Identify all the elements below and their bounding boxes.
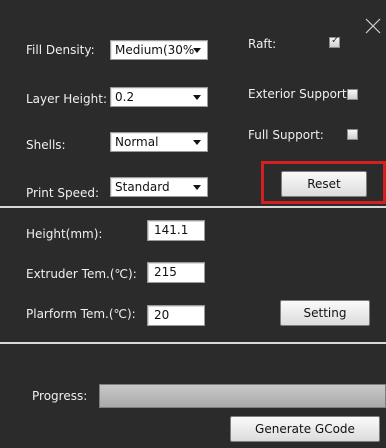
print-speed-value: Standard — [115, 180, 170, 194]
shells-value: Normal — [115, 135, 159, 149]
progress-bar — [99, 384, 386, 408]
print-speed-label: Print Speed: — [26, 186, 100, 200]
extruder-temp-label: Extruder Tem.(℃): — [26, 267, 137, 281]
check-icon: ✓ — [331, 35, 340, 46]
reset-button[interactable]: Reset — [281, 171, 367, 197]
raft-checkbox[interactable]: ✓ — [329, 35, 340, 48]
close-icon[interactable] — [363, 16, 383, 36]
shells-select[interactable]: Normal — [110, 132, 208, 152]
full-support-checkbox[interactable] — [347, 129, 358, 140]
chevron-down-icon — [193, 95, 201, 100]
exterior-support-checkbox[interactable] — [347, 89, 358, 100]
height-label: Height(mm): — [26, 227, 103, 241]
raft-label: Raft: — [248, 37, 277, 51]
height-field[interactable]: 141.1 — [147, 220, 205, 241]
setting-button[interactable]: Setting — [280, 300, 370, 326]
print-speed-select[interactable]: Standard — [110, 177, 208, 197]
fill-density-value: Medium(30% — [115, 43, 195, 57]
chevron-down-icon — [193, 140, 201, 145]
generate-gcode-button[interactable]: Generate GCode — [230, 416, 380, 442]
layer-height-value: 0.2 — [115, 90, 135, 104]
extruder-temp-field[interactable]: 215 — [147, 262, 205, 283]
layer-height-select[interactable]: 0.2 — [110, 87, 208, 107]
platform-temp-label: Plarform Tem.(℃): — [26, 307, 136, 321]
layer-height-label: Layer Height: — [26, 92, 107, 106]
divider — [0, 342, 386, 344]
full-support-label: Full Support: — [248, 128, 324, 142]
progress-label: Progress: — [32, 389, 88, 403]
shells-label: Shells: — [26, 138, 66, 152]
divider — [0, 206, 386, 208]
exterior-support-label: Exterior Support: — [248, 87, 351, 101]
fill-density-label: Fill Density: — [26, 43, 95, 57]
chevron-down-icon — [193, 48, 201, 53]
fill-density-select[interactable]: Medium(30% — [110, 40, 208, 60]
platform-temp-field[interactable]: 20 — [147, 305, 205, 326]
chevron-down-icon — [193, 185, 201, 190]
